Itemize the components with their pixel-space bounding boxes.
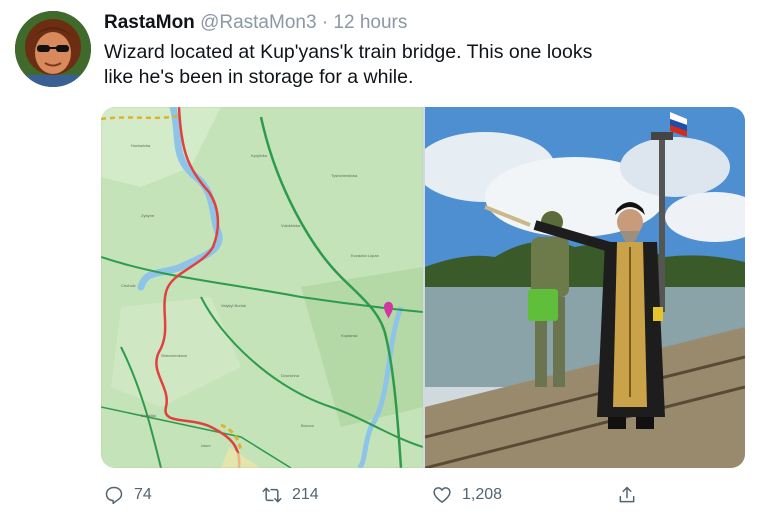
share-button[interactable] <box>617 480 637 510</box>
photo-image[interactable] <box>425 107 745 468</box>
svg-text:Velykyi Burluk: Velykyi Burluk <box>221 303 246 308</box>
svg-text:Kupiansk: Kupiansk <box>341 333 357 338</box>
svg-text:Zybyne: Zybyne <box>141 213 155 218</box>
retweet-icon <box>262 487 282 503</box>
svg-text:Kozacha Lopan: Kozacha Lopan <box>351 253 379 258</box>
tweet-text-line: like he's been in storage for a while. <box>104 66 414 88</box>
svg-text:Shevchenkove: Shevchenkove <box>161 353 188 358</box>
avatar-image <box>15 11 91 87</box>
action-bar: 74 214 1,208 <box>0 480 768 510</box>
tweet-header: RastaMon @RastaMon3 · 12 hours <box>104 12 407 34</box>
avatar[interactable] <box>15 11 91 87</box>
svg-text:Volokhivka: Volokhivka <box>281 223 301 228</box>
svg-text:Izium: Izium <box>201 443 211 448</box>
reply-icon <box>105 486 123 505</box>
tweet-card[interactable]: RastaMon @RastaMon3 · 12 hours Wizard lo… <box>0 0 768 516</box>
like-count: 1,208 <box>462 486 503 503</box>
reply-button[interactable]: 74 <box>104 480 152 510</box>
like-button[interactable]: 1,208 <box>432 480 502 510</box>
svg-text:Hontarivka: Hontarivka <box>131 143 151 148</box>
heart-icon <box>433 487 451 503</box>
tweet-text-line: Wizard located at Kup'yans'k train bridg… <box>104 41 593 63</box>
separator-dot: · <box>321 12 329 33</box>
user-handle[interactable]: @RastaMon3 <box>200 12 316 33</box>
svg-text:Dvorichna: Dvorichna <box>281 373 300 378</box>
tweet-text: Wizard located at Kup'yans'k train bridg… <box>104 40 704 90</box>
svg-text:Borova: Borova <box>301 423 314 428</box>
display-name[interactable]: RastaMon <box>104 12 195 33</box>
retweet-count: 214 <box>292 486 319 503</box>
tweet-media[interactable]: Hontarivka Kyrylivka Tyshchenkivka Zybyn… <box>101 107 745 468</box>
svg-text:Balakliia: Balakliia <box>141 413 157 418</box>
timestamp[interactable]: 12 hours <box>333 12 407 33</box>
map-image[interactable]: Hontarivka Kyrylivka Tyshchenkivka Zybyn… <box>101 107 423 468</box>
svg-text:Tyshchenkivka: Tyshchenkivka <box>331 173 358 178</box>
svg-text:Chuhuiv: Chuhuiv <box>121 283 136 288</box>
share-icon <box>619 486 635 503</box>
retweet-button[interactable]: 214 <box>262 480 319 510</box>
svg-text:Kyrylivka: Kyrylivka <box>251 153 268 158</box>
reply-count: 74 <box>134 486 152 503</box>
